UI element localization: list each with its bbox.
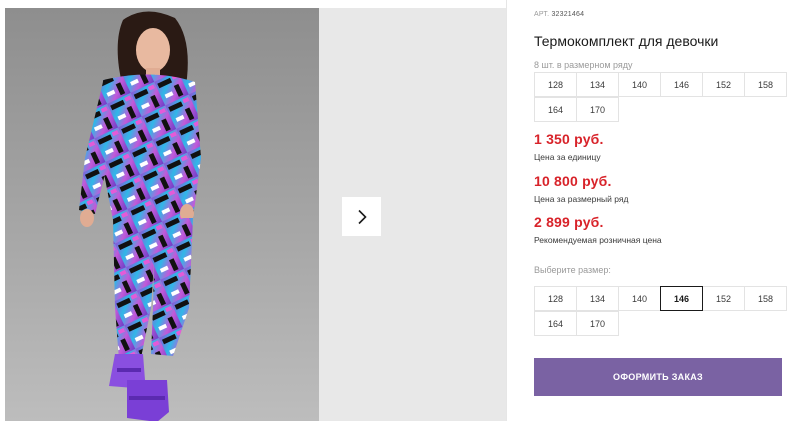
size-option-152[interactable]: 152 [702, 286, 745, 311]
size-row-label: 8 шт. в размерном ряду [534, 60, 633, 70]
size-row-cell: 140 [618, 72, 661, 97]
chevron-right-icon [357, 209, 367, 224]
size-row-cell: 170 [576, 97, 619, 122]
size-row-cell: 146 [660, 72, 703, 97]
size-option-170[interactable]: 170 [576, 311, 619, 336]
size-row-cell: 164 [534, 97, 577, 122]
product-info: АРТ. 32321464 Термокомплект для девочки … [534, 0, 787, 421]
size-option-128[interactable]: 128 [534, 286, 577, 311]
sku-value: 32321464 [551, 11, 585, 18]
sku-label: АРТ. [534, 11, 550, 18]
panel-divider [506, 0, 507, 421]
unit-price: 1 350 руб. [534, 131, 604, 147]
next-photo-button[interactable] [342, 197, 381, 236]
choose-size-label: Выберите размер: [534, 265, 611, 275]
retail-price: 2 899 руб. [534, 214, 604, 230]
size-row-cell: 128 [534, 72, 577, 97]
size-option-134[interactable]: 134 [576, 286, 619, 311]
product-photo [5, 8, 319, 421]
size-option-140[interactable]: 140 [618, 286, 661, 311]
unit-price-caption: Цена за единицу [534, 152, 601, 162]
size-row-cell: 152 [702, 72, 745, 97]
product-title: Термокомплект для девочки [534, 33, 719, 49]
size-row-cell: 134 [576, 72, 619, 97]
retail-price-caption: Рекомендуемая розничная цена [534, 235, 662, 245]
size-row-price-caption: Цена за размерный ряд [534, 194, 629, 204]
checkout-button[interactable]: ОФОРМИТЬ ЗАКАЗ [534, 358, 782, 396]
sku: АРТ. 32321464 [534, 11, 584, 18]
size-option-158[interactable]: 158 [744, 286, 787, 311]
size-row-cell: 158 [744, 72, 787, 97]
size-option-164[interactable]: 164 [534, 311, 577, 336]
size-row-price: 10 800 руб. [534, 173, 612, 189]
girl-in-thermal-set-image [5, 8, 319, 421]
size-row-grid: 128 134 140 146 152 158 164 170 [534, 72, 787, 122]
product-gallery [0, 0, 506, 421]
size-option-146-selected[interactable]: 146 [660, 286, 703, 311]
size-picker: 128 134 140 146 152 158 164 170 [534, 286, 787, 336]
